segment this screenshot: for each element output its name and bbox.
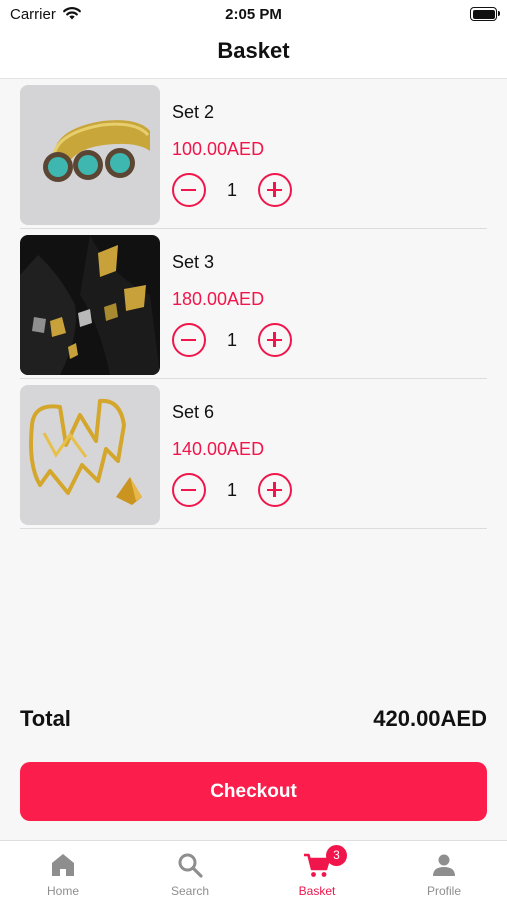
tab-label: Basket	[298, 884, 336, 898]
page-title: Basket	[217, 38, 290, 63]
increase-quantity-button[interactable]	[258, 173, 292, 207]
search-icon	[178, 853, 203, 878]
item-quantity: 1	[226, 180, 237, 200]
tab-basket[interactable]: 3 Basket	[254, 841, 380, 900]
basket-item: Set 6 140.00AED 1	[20, 382, 487, 529]
home-icon	[52, 854, 74, 876]
item-name: Set 6	[172, 402, 215, 422]
tab-label: Profile	[426, 884, 461, 898]
person-icon	[433, 854, 455, 876]
tab-label: Search	[170, 884, 210, 898]
item-price: 140.00AED	[172, 439, 265, 459]
item-name: Set 3	[172, 252, 215, 272]
tab-label: Home	[46, 884, 79, 898]
decrease-quantity-button[interactable]	[172, 173, 206, 207]
increase-quantity-button[interactable]	[258, 323, 292, 357]
tab-bar: Home Search 3 Basket Profile	[0, 840, 507, 900]
item-quantity: 1	[226, 330, 237, 350]
item-name: Set 2	[172, 102, 215, 122]
clock: 2:05 PM	[225, 6, 282, 23]
total-label: Total	[20, 706, 71, 731]
product-image[interactable]	[20, 235, 160, 375]
basket-item: Set 2 100.00AED 1	[20, 82, 487, 229]
battery-icon	[470, 7, 500, 21]
item-price: 180.00AED	[172, 289, 265, 309]
decrease-quantity-button[interactable]	[172, 473, 206, 507]
tab-home[interactable]: Home	[0, 841, 126, 900]
checkout-button[interactable]: Checkout	[20, 762, 487, 821]
product-image[interactable]	[20, 385, 160, 525]
increase-quantity-button[interactable]	[258, 473, 292, 507]
basket-item: Set 3 180.00AED 1	[20, 232, 487, 379]
tab-profile[interactable]: Profile	[381, 841, 507, 900]
tab-search[interactable]: Search	[127, 841, 253, 900]
decrease-quantity-button[interactable]	[172, 323, 206, 357]
product-image[interactable]	[20, 85, 160, 225]
total-value: 420.00AED	[373, 706, 487, 731]
nav-header: Basket	[0, 30, 507, 79]
item-price: 100.00AED	[172, 139, 265, 159]
status-bar: Carrier 2:05 PM	[0, 0, 507, 30]
cart-count-badge: 3	[326, 845, 347, 866]
item-quantity: 1	[226, 480, 237, 500]
